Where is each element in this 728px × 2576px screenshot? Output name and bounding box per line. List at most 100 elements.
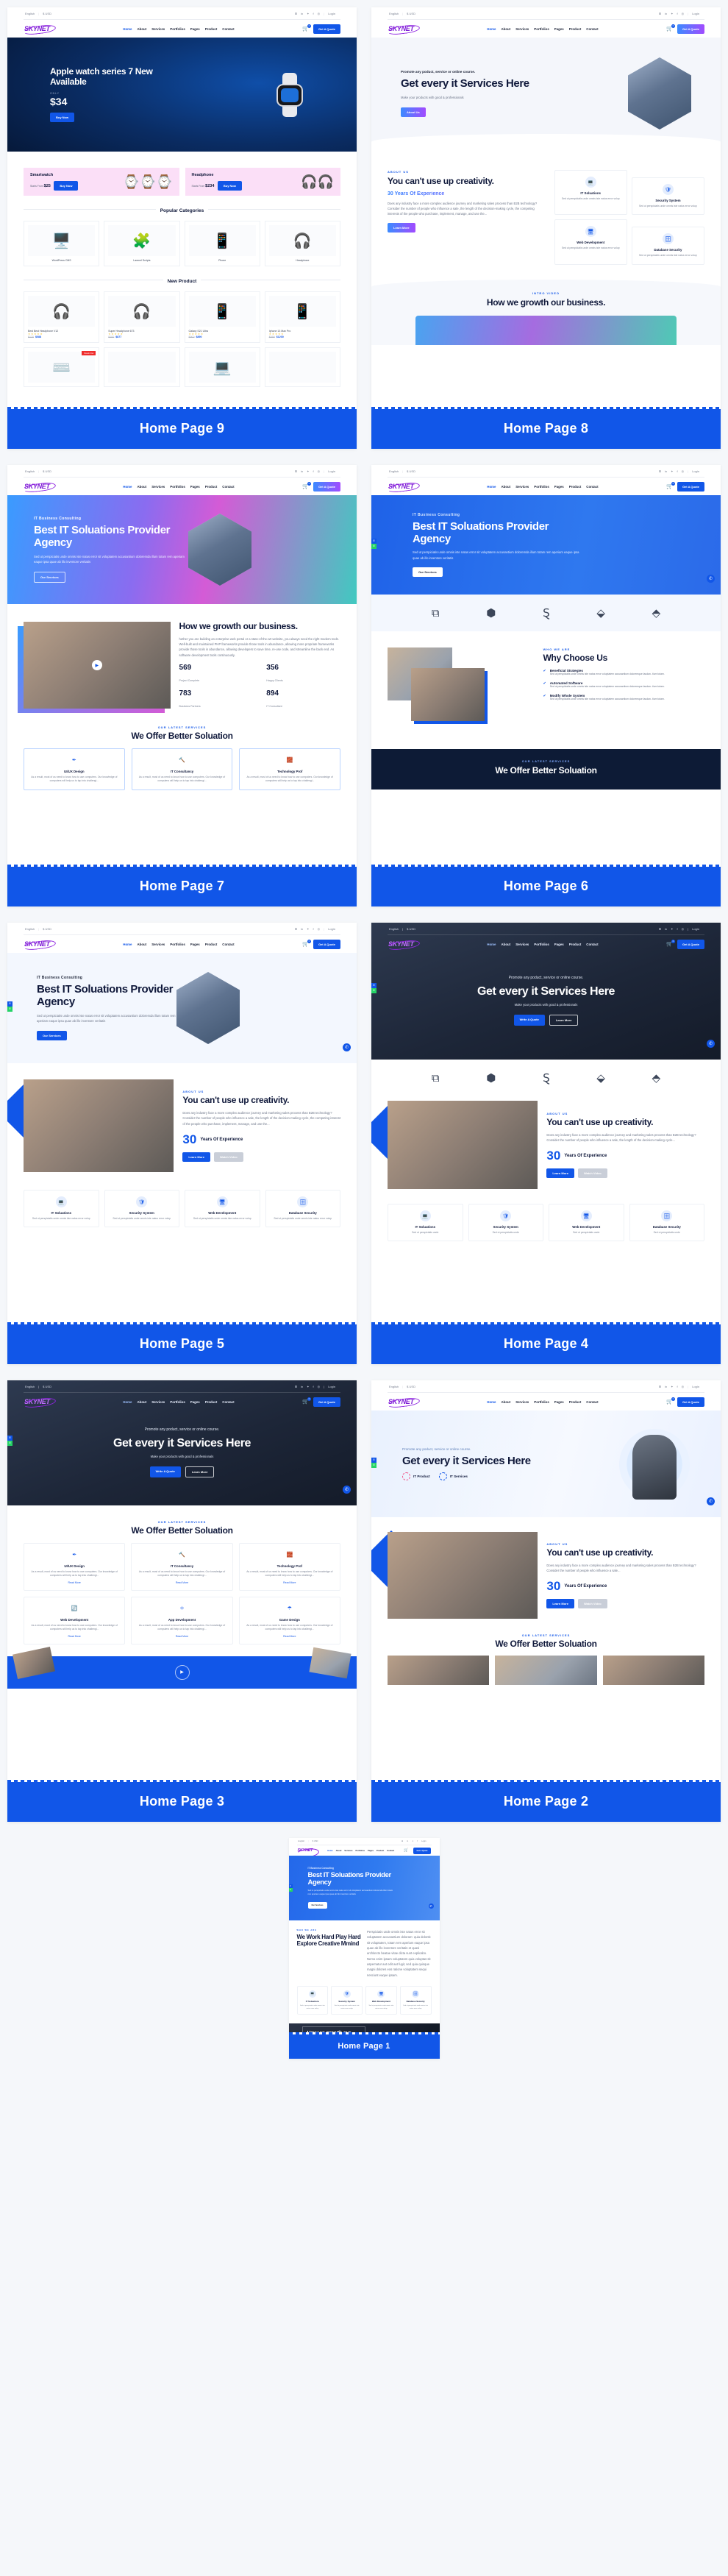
lang-selector[interactable]: English (25, 469, 35, 473)
service-photo[interactable] (388, 1655, 490, 1685)
menu-item-product[interactable]: Product (205, 943, 218, 946)
our-services-button[interactable]: Our Services (413, 567, 443, 578)
login-link[interactable]: Login (328, 469, 335, 473)
side-contact-dock[interactable]: ✆ ✆ (7, 1001, 13, 1012)
lang-selector[interactable]: English (25, 12, 35, 15)
login-link[interactable]: Login (328, 927, 335, 931)
currency-selector[interactable]: $ USD (43, 927, 51, 931)
facebook-icon[interactable]: f (313, 1385, 314, 1388)
menu-item-home[interactable]: Home (327, 1850, 332, 1852)
menu-item-about[interactable]: About (502, 485, 511, 489)
template-card-home-2[interactable]: English | $ USD ⊞ in ✦ f ◎ | Login SKYNET Home A… (371, 1380, 721, 1822)
menu-item-product[interactable]: Product (569, 943, 582, 946)
twitter-icon[interactable]: ✦ (307, 12, 309, 15)
menu-item-home[interactable]: Home (487, 1400, 496, 1404)
side-contact-dock[interactable]: ✆ ✆ (371, 1457, 377, 1468)
logo[interactable]: SKYNET (388, 25, 419, 32)
menu-item-home[interactable]: Home (123, 27, 132, 31)
menu-item-about[interactable]: About (138, 485, 147, 489)
service-card[interactable]: 🔨 IT Consultancy As a result, most of us n… (131, 748, 233, 790)
menu-item-services[interactable]: Services (151, 27, 165, 31)
menu-item-product[interactable]: Product (377, 1850, 384, 1852)
about-us-button[interactable]: About Us (401, 107, 426, 117)
service-card[interactable]: ⚛ App Development As a result, most of us … (131, 1596, 233, 1644)
menu-item-pages[interactable]: Pages (190, 943, 200, 946)
lang-selector[interactable]: English (389, 1385, 399, 1388)
messenger-icon[interactable]: ✆ (343, 1043, 351, 1051)
write-quote-button[interactable]: Write A Quote (149, 1466, 181, 1477)
twitter-icon[interactable]: ✦ (307, 1385, 309, 1388)
lang-selector[interactable]: English (389, 469, 399, 473)
linkedin-icon[interactable]: in (301, 12, 303, 15)
menu-item-product[interactable]: Product (569, 27, 582, 31)
instagram-icon[interactable]: ◎ (682, 1385, 685, 1388)
service-card[interactable]: 🔄 Web Development As a result, most of us … (24, 1596, 126, 1644)
menu-item-about[interactable]: About (138, 27, 147, 31)
menu-item-about[interactable]: About (502, 1400, 511, 1404)
instagram-icon[interactable]: ◎ (682, 927, 685, 931)
login-link[interactable]: Login (328, 12, 335, 15)
login-link[interactable]: Login (692, 12, 699, 15)
quote-button[interactable]: Get A Quote (677, 24, 704, 34)
feature-card[interactable]: 🛡 Security System Sed ut perspiciatis unde… (104, 1190, 179, 1228)
menu-item-contact[interactable]: Contact (586, 1400, 598, 1404)
menu-item-contact[interactable]: Contact (222, 485, 234, 489)
menu-item-contact[interactable]: Contact (586, 485, 598, 489)
category-card[interactable]: 🎧 Headphone (264, 221, 340, 266)
menu-item-portfolios[interactable]: Portfolios (170, 1400, 185, 1404)
play-icon[interactable]: ▶ (91, 660, 102, 670)
cart-icon[interactable]: 🛒 0 (302, 482, 311, 489)
template-card-home-3[interactable]: English | $ USD ⊞ in ✦ f ◎ | Login SKYNET Home A… (7, 1380, 357, 1822)
lang-selector[interactable]: English (25, 927, 35, 931)
menu-item-pages[interactable]: Pages (554, 943, 564, 946)
login-link[interactable]: Login (328, 1385, 335, 1388)
service-card[interactable]: 🧱 Technology Prof As a result, most of us … (239, 748, 340, 790)
menu-item-home[interactable]: Home (487, 27, 496, 31)
product-card[interactable]: 💻 (184, 347, 260, 387)
menu-item-product[interactable]: Product (569, 1400, 582, 1404)
login-link[interactable]: Login (692, 1385, 699, 1388)
play-icon[interactable]: ▶ (174, 1664, 190, 1680)
logo[interactable]: SKYNET (24, 483, 55, 490)
product-card[interactable]: 🎧 Best Best Headphone V12 ★★★★★ $120 $088 (24, 291, 100, 343)
menu-item-about[interactable]: About (502, 943, 511, 946)
service-card[interactable]: 🔨 IT Consultancy As a result, most of us n… (131, 1542, 233, 1591)
service-card[interactable]: ✒ UI/UX Design As a result, most of us nee… (24, 748, 125, 790)
feature-card[interactable]: 🛡 Security System Sed ut perspiciatis unde… (631, 177, 704, 216)
menu-item-about[interactable]: About (502, 27, 511, 31)
logo[interactable]: SKYNET (24, 1398, 55, 1405)
twitter-icon[interactable]: ✦ (307, 927, 309, 931)
menu-item-contact[interactable]: Contact (222, 1400, 234, 1404)
quote-button[interactable]: Get A Quote (313, 939, 340, 949)
menu-item-contact[interactable]: Contact (586, 27, 598, 31)
behance-icon[interactable]: ⊞ (295, 12, 297, 15)
lang-selector[interactable]: English (25, 1385, 35, 1388)
menu-item-services[interactable]: Services (151, 485, 165, 489)
promo-card-smartwatch[interactable]: Smartwatch Starts From $25 Buy Now ⌚⌚⌚ (24, 168, 179, 196)
behance-icon[interactable]: ⊞ (295, 1385, 297, 1388)
twitter-icon[interactable]: ✦ (412, 1840, 413, 1842)
service-card[interactable]: 🧱 Technology Prof As a result, most of us … (238, 1542, 340, 1591)
menu-item-portfolios[interactable]: Portfolios (355, 1850, 365, 1852)
learn-more-button[interactable]: Learn More (185, 1466, 215, 1477)
product-card[interactable]: Stock Out ⌨️ (24, 347, 100, 387)
linkedin-icon[interactable]: in (665, 12, 667, 15)
menu-item-pages[interactable]: Pages (190, 485, 200, 489)
template-card-home-1[interactable]: English | $ USD ⊞ in ✦ f Login SKYNET Home Abo… (288, 1838, 440, 2059)
our-services-button[interactable]: Our Services (34, 571, 65, 583)
menu-item-contact[interactable]: Contact (222, 943, 234, 946)
linkedin-icon[interactable]: in (301, 1385, 303, 1388)
promo-card-headphone[interactable]: Headphone Starts From $234 Buy Now 🎧🎧 (185, 168, 340, 196)
lang-selector[interactable]: English (389, 927, 399, 931)
currency-selector[interactable]: $ USD (313, 1840, 318, 1842)
service-card[interactable]: ✒ UI/UX Design As a result, most of us nee… (24, 1542, 126, 1591)
menu-item-pages[interactable]: Pages (190, 27, 200, 31)
quote-button[interactable]: Get A Quote (313, 481, 340, 492)
linkedin-icon[interactable]: in (301, 927, 303, 931)
template-card-home-5[interactable]: English | $ USD ⊞ in ✦ f ◎ | Login SKYNET Home A… (7, 923, 357, 1364)
logo[interactable]: SKYNET (297, 1848, 318, 1853)
messenger-icon[interactable]: ✆ (707, 1497, 715, 1505)
learn-more-button[interactable]: Learn More (388, 222, 415, 233)
instagram-icon[interactable]: ◎ (682, 12, 685, 15)
currency-selector[interactable]: $ USD (407, 469, 415, 473)
